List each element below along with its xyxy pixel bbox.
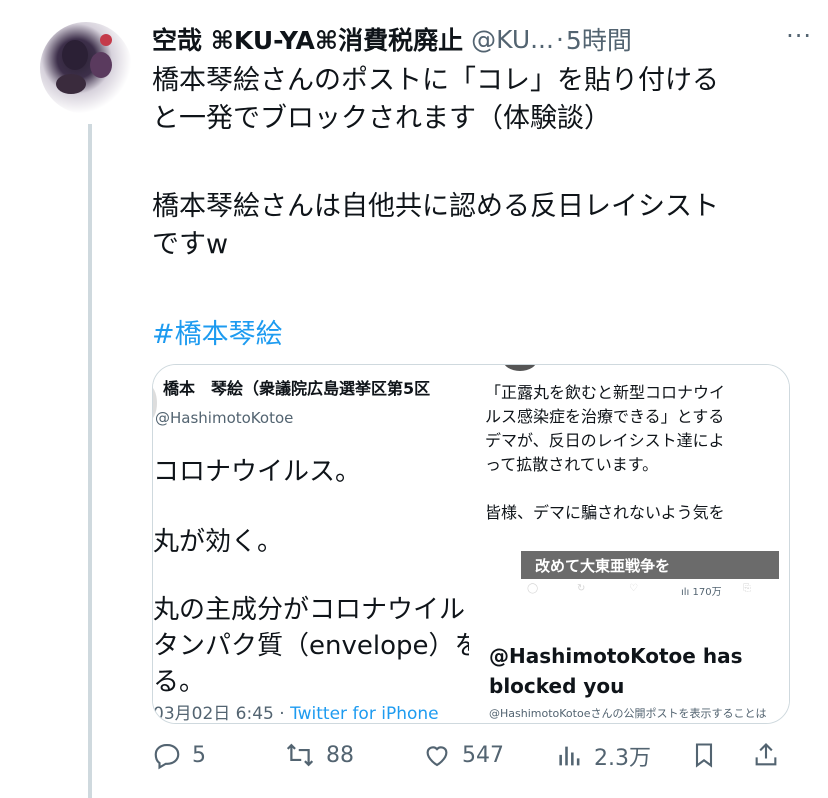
user-handle[interactable]: @KU... [471,25,554,54]
embedded-video: 改めて大東亜戦争を [521,551,779,579]
tweet-text-line-3: 橋本琴絵さんは自他共に認める反日レイシスト [152,191,719,222]
share-button[interactable] [752,740,780,770]
bookmark-icon [690,740,718,770]
quoted-line-5: る。 [153,667,206,697]
right-text-line-5 [485,477,785,501]
thread-line [88,124,92,798]
right-text-line-3: デマが、反日のレイシスト達によ [485,431,725,450]
reply-icon [152,740,182,770]
tweet-text-line-1: 橋本琴絵さんのポストに「コレ」を貼り付ける [152,65,719,96]
right-text-line-2: ルス感染症を治療できる」とする [485,407,725,426]
tweet-text-line-4: ですw [152,229,229,260]
display-name[interactable]: 空哉 ⌘KU-YA⌘消費税廃止 [152,21,463,57]
view-count: 2.3万 [594,746,651,771]
like-count: 547 [462,742,504,768]
hashtag-link[interactable]: #橋本琴絵 [152,312,283,351]
views-button[interactable]: 2.3万 [556,740,651,772]
quoted-line-1: コロナウイルス。 [153,457,362,487]
quoted-line-4: タンパク質（envelope）を [153,631,469,661]
right-text-line-6: 皆様、デマに騙されないよう気を [485,503,725,522]
blocked-subtext: @HashimotoKotoeさんの公開ポストを表示することは [489,707,767,720]
media-left-pane: 橋本 琴絵（衆議院広島選挙区第5区 @HashimotoKotoe コロナウイル… [153,365,469,723]
reply-button[interactable]: 5 [152,740,206,770]
retweet-icon [284,740,316,770]
embedded-actions: ◯ ↻ ♡ ılı 170万 ⎘ [527,583,751,598]
timestamp[interactable]: 5時間 [566,21,632,57]
quoted-sep: · [273,704,291,723]
right-text-line-1: 「正露丸を飲むと新型コロナウイ [485,383,726,402]
video-caption: 改めて大東亜戦争を [535,557,671,575]
tweet-header: 空哉 ⌘KU-YA⌘消費税廃止 @KU... · 5時間 ··· [152,22,812,56]
quoted-footer: 03月02日 6:45 · Twitter for iPhone [153,699,439,723]
quoted-date: 03月02日 6:45 [153,704,274,723]
quoted-name: 橋本 琴絵（衆議院広島選挙区第5区 [163,379,431,398]
avatar[interactable] [40,22,132,114]
right-avatar [503,365,537,371]
tweet-text-line-2: と一発でブロックされます（体験談） [152,103,611,134]
quoted-line-2: 丸が効く。 [153,527,284,557]
action-bar: 5 88 547 2.3万 [152,740,792,780]
quoted-app: Twitter for iPhone [290,704,439,723]
media-right-pane: 「正露丸を飲むと新型コロナウイ ルス感染症を治療できる」とする デマが、反日のレ… [481,365,789,723]
retweet-button[interactable]: 88 [284,740,354,770]
embedded-views: ılı 170万 [681,587,722,598]
right-text: 「正露丸を飲むと新型コロナウイ ルス感染症を治療できる」とする デマが、反日のレ… [485,381,785,525]
separator-dot: · [555,24,564,54]
like-button[interactable]: 547 [422,740,504,770]
views-icon [556,741,584,771]
retweet-count: 88 [326,742,354,768]
quoted-line-3: 丸の主成分がコロナウイル [153,595,466,625]
more-options-icon[interactable]: ··· [786,22,812,50]
media-image[interactable]: 橋本 琴絵（衆議院広島選挙区第5区 @HashimotoKotoe コロナウイル… [152,364,790,724]
heart-icon [422,740,452,770]
reply-count: 5 [192,742,206,768]
bookmark-button[interactable] [690,740,718,770]
quoted-handle: @HashimotoKotoe [155,409,294,427]
share-icon [752,740,780,770]
right-text-line-4: って拡散されています。 [485,455,659,474]
blocked-title: @HashimotoKotoe has blocked you [489,644,743,698]
